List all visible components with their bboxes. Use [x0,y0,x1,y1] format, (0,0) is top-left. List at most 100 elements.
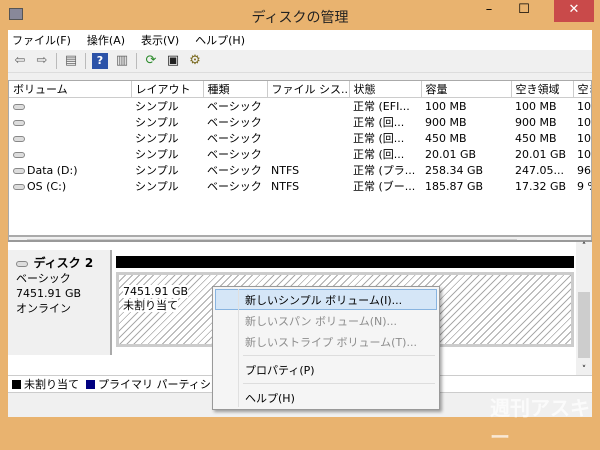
menu-action[interactable]: 操作(A) [87,32,125,48]
cell-text: ベーシック [207,116,262,129]
column-header[interactable]: レイアウト [131,81,204,98]
menu-item-help[interactable]: ヘルプ(H) [215,387,437,408]
menu-item-properties[interactable]: プロパティ(P) [215,359,437,380]
volume-icon [13,183,25,190]
vertical-scrollbar[interactable]: ˄ ˅ [576,242,592,375]
volume-icon [13,119,25,126]
table-cell: 100 MB [421,98,511,115]
scrollbar-thumb[interactable] [578,292,590,358]
cell-text: 正常 (ブー... [353,180,416,193]
cell-text: 正常 (プラ... [353,164,416,177]
cell-text: 900 MB [515,115,557,129]
table-cell: 10 [573,130,591,146]
table-cell: 258.34 GB [421,162,511,178]
settings-icon[interactable]: ⚙ [187,53,203,69]
scroll-down-icon[interactable]: ˅ [576,365,592,375]
watermark: 週刊アスキー [490,396,590,449]
table-row[interactable]: Data (D:) シンプル ベーシック NTFS 正常 (プラ... 258.34 GB… [9,162,591,178]
cell-text: シンプル [135,164,179,177]
cell-text: 9 % [577,179,591,193]
legend-unallocated: 未割り当て [24,378,79,391]
menu-gutter [238,289,239,407]
table-cell: 正常 (EFI... [349,98,421,115]
table-cell: 10 [573,114,591,130]
menu-item-new-striped-volume: 新しいストライプ ボリューム(T)... [245,336,417,349]
menu-help[interactable]: ヘルプ(H) [195,32,245,48]
table-cell [267,98,349,115]
disk-status: オンライン [16,302,71,315]
maximize-button[interactable]: ☐ [504,0,544,22]
table-cell [9,98,131,115]
cell-text: シンプル [135,148,179,161]
cell-text: 20.01 GB [515,147,567,161]
menu-item-new-simple-volume[interactable]: 新しいシンプル ボリューム(I)... [215,289,437,310]
table-cell: ベーシック [203,162,267,178]
disk-icon [16,261,28,267]
divider [136,53,137,69]
cell-text: 正常 (回... [353,132,405,145]
table-cell: 10 [573,98,591,115]
menu-file[interactable]: ファイル(F) [12,32,71,48]
column-header[interactable]: 種類 [203,81,268,98]
table-cell: シンプル [131,146,203,162]
partition-header-bar [116,256,574,268]
column-header[interactable]: 空き領域 [511,81,574,98]
properties-icon[interactable]: ▣ [165,53,181,69]
unallocated-swatch [12,379,21,389]
table-cell: 450 MB [511,130,573,146]
table-row[interactable]: シンプル ベーシック 正常 (EFI... 100 MB 100 MB 10 [9,98,591,115]
table-cell [267,114,349,130]
table-cell: 900 MB [421,114,511,130]
cell-text: シンプル [135,132,179,145]
cell-text: 10 [577,115,591,129]
table-cell: 正常 (回... [349,114,421,130]
cell-text: 258.34 GB [425,163,484,177]
table-cell: 9 % [573,178,591,194]
menu-divider [243,355,435,356]
table-row[interactable]: OS (C:) シンプル ベーシック NTFS 正常 (ブー... 185.87 GB 17… [9,178,591,194]
column-header[interactable]: 容量 [421,81,512,98]
table-row[interactable]: シンプル ベーシック 正常 (回... 900 MB 900 MB 10 [9,114,591,130]
disk-2-label[interactable]: ディスク 2 ベーシック 7451.91 GB オンライン [8,250,112,355]
table-cell: シンプル [131,114,203,130]
table-cell: 185.87 GB [421,178,511,194]
console-tree-icon[interactable]: ▤ [63,53,79,69]
table-cell: ベーシック [203,178,267,194]
table-row[interactable]: シンプル ベーシック 正常 (回... 450 MB 450 MB 10 [9,130,591,146]
primary-swatch [86,379,95,389]
context-menu: 新しいシンプル ボリューム(I)... 新しいスパン ボリューム(N)... 新… [212,286,440,410]
table-cell [9,130,131,146]
close-button[interactable]: ✕ [554,0,594,22]
table-cell: 17.32 GB [511,178,573,194]
cell-text: 17.32 GB [515,179,567,193]
cell-text: 185.87 GB [425,179,484,193]
table-cell: 900 MB [511,114,573,130]
action-pane-icon[interactable]: ▥ [114,53,130,69]
table-cell: 正常 (回... [349,146,421,162]
minimize-button[interactable]: – [476,0,502,22]
column-header[interactable]: 空き [573,81,591,98]
cell-text: 正常 (回... [353,148,405,161]
column-header[interactable]: ファイル シス... [267,81,350,98]
cell-text: 100 MB [515,99,557,113]
table-cell: Data (D:) [9,162,131,178]
refresh-icon[interactable]: ⟳ [143,53,159,69]
table-cell: ベーシック [203,98,267,115]
cell-text: 10 [577,147,591,161]
menu-view[interactable]: 表示(V) [141,32,179,48]
divider [56,53,57,69]
cell-text: 100 MB [425,99,467,113]
disk-name: ディスク 2 [33,256,94,270]
cell-text: 450 MB [515,131,557,145]
cell-text: ベーシック [207,148,262,161]
column-header[interactable]: ボリューム [9,81,132,98]
menu-divider [243,383,435,384]
table-cell: シンプル [131,98,203,115]
forward-icon[interactable]: ⇨ [34,53,50,69]
help-icon[interactable]: ? [92,53,108,69]
back-icon[interactable]: ⇦ [12,53,28,69]
table-row[interactable]: シンプル ベーシック 正常 (回... 20.01 GB 20.01 GB 10 [9,146,591,162]
scroll-up-icon[interactable]: ˄ [576,242,592,252]
cell-text: ベーシック [207,180,262,193]
column-header[interactable]: 状態 [349,81,422,98]
